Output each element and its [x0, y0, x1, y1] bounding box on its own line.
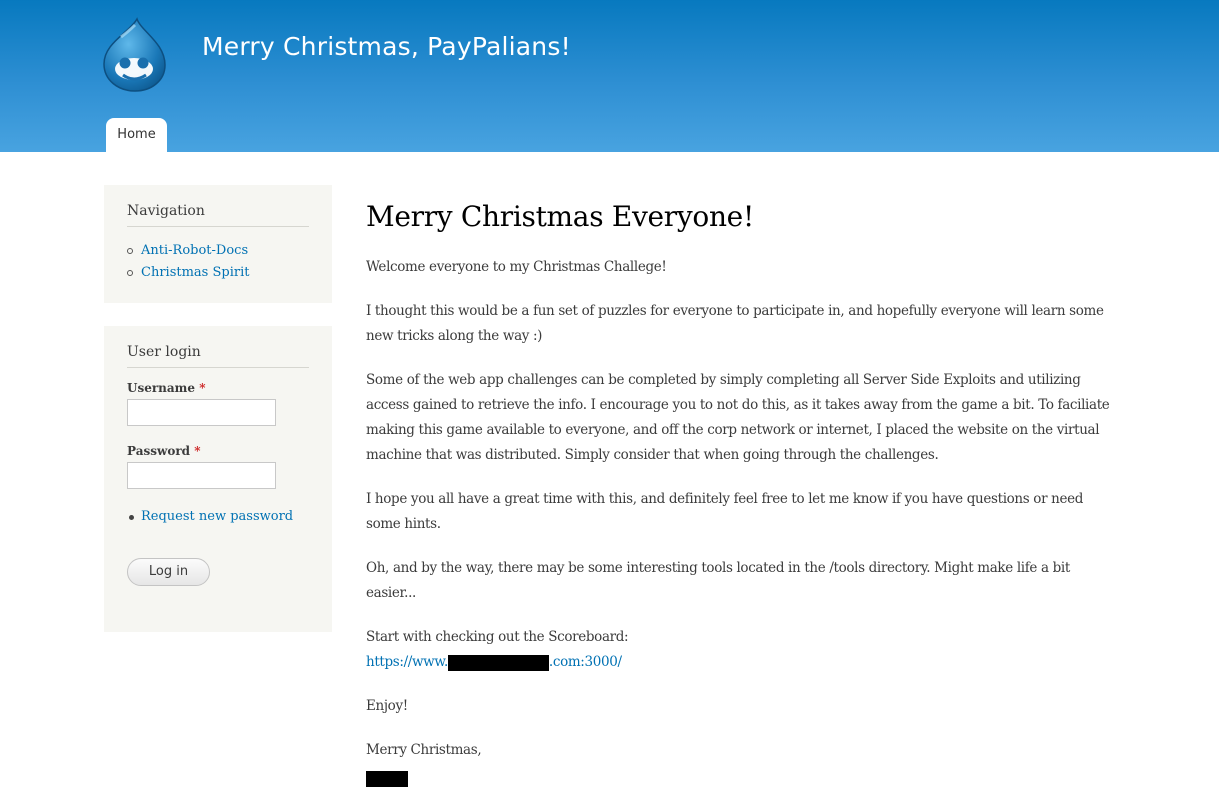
required-marker: * [194, 444, 201, 458]
redacted-signature [366, 770, 408, 787]
username-row: Username * [127, 381, 309, 426]
bullet-icon [127, 248, 133, 254]
navigation-block-title: Navigation [127, 185, 309, 227]
site-name[interactable]: Merry Christmas, PayPalians! [202, 32, 571, 61]
page-title: Merry Christmas Everyone! [366, 200, 754, 233]
redacted-hostname [447, 654, 549, 671]
scoreboard-link[interactable]: https://www. .com:3000/ [366, 654, 622, 671]
username-input[interactable] [127, 399, 276, 426]
nav-item-anti-robot-docs[interactable]: Anti-Robot-Docs [127, 240, 309, 262]
bullet-icon [129, 515, 134, 520]
paragraph-scoreboard: Start with checking out the Scoreboard: … [366, 625, 1116, 675]
login-button[interactable]: Log in [127, 558, 210, 586]
nav-item-label[interactable]: Christmas Spirit [141, 265, 249, 280]
paragraph-welcome: Welcome everyone to my Christmas Challeg… [366, 259, 667, 275]
username-label: Username * [127, 381, 206, 395]
password-input[interactable] [127, 462, 276, 489]
scoreboard-intro: Start with checking out the Scoreboard: [366, 629, 629, 645]
navigation-block: Navigation Anti-Robot-Docs Christmas Spi… [104, 185, 332, 303]
password-label: Password * [127, 444, 201, 458]
request-password-row: Request new password [127, 508, 309, 526]
tab-home[interactable]: Home [106, 118, 167, 152]
paragraph-enjoy: Enjoy! [366, 698, 408, 714]
site-header: Merry Christmas, PayPalians! Home [0, 0, 1219, 152]
nav-item-christmas-spirit[interactable]: Christmas Spirit [127, 262, 309, 284]
signoff-text: Merry Christmas, [366, 742, 482, 758]
nav-item-label[interactable]: Anti-Robot-Docs [141, 243, 248, 258]
login-block-title: User login [127, 326, 309, 368]
paragraph-tools: Oh, and by the way, there may be some in… [366, 560, 1070, 601]
main-content: Merry Christmas Everyone! Welcome everyo… [366, 200, 1116, 788]
navigation-list: Anti-Robot-Docs Christmas Spirit [127, 227, 309, 284]
required-marker: * [199, 381, 206, 395]
password-row: Password * [127, 444, 309, 489]
paragraph-intro: I thought this would be a fun set of puz… [366, 303, 1104, 344]
drupal-logo-icon[interactable] [101, 17, 169, 93]
user-login-block: User login Username * Password * Request… [104, 326, 332, 632]
request-new-password-link[interactable]: Request new password [141, 509, 293, 524]
paragraph-signoff: Merry Christmas, [366, 738, 1116, 788]
paragraph-questions: I hope you all have a great time with th… [366, 491, 1084, 532]
login-actions: Log in [127, 558, 309, 586]
bullet-icon [127, 270, 133, 276]
paragraph-challenges: Some of the web app challenges can be co… [366, 372, 1110, 463]
